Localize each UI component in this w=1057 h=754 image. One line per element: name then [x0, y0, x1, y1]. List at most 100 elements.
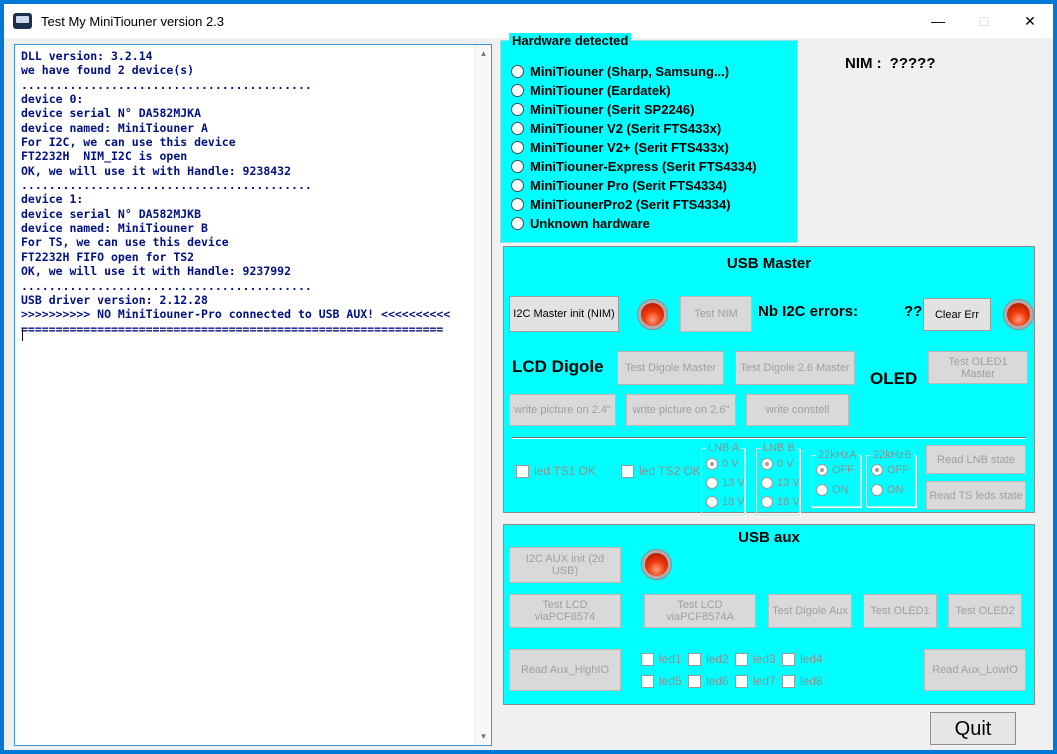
separator-line: [512, 437, 1026, 439]
radio-icon[interactable]: [871, 464, 883, 476]
khz-a-on-radio[interactable]: ON: [816, 484, 849, 496]
read-aux-highio-button[interactable]: Read Aux_HighIO: [509, 649, 621, 691]
hardware-radio-item[interactable]: MiniTiouner (Sharp, Samsung...): [511, 62, 729, 81]
read-aux-lowio-button[interactable]: Read Aux_LowIO: [924, 649, 1026, 691]
log-textbox[interactable]: DLL version: 3.2.14 we have found 2 devi…: [14, 44, 492, 746]
i2c-aux-led-indicator: [642, 550, 671, 579]
led6-checkbox[interactable]: led6: [688, 674, 729, 688]
radio-icon[interactable]: [511, 103, 524, 116]
hardware-radio-item[interactable]: MiniTiouner (Eardatek): [511, 81, 671, 100]
close-button[interactable]: ✕: [1007, 4, 1053, 38]
scroll-down-icon[interactable]: ▾: [475, 728, 492, 745]
hardware-radio-item[interactable]: MiniTiouner V2 (Serit FTS433x): [511, 119, 721, 138]
radio-icon[interactable]: [511, 122, 524, 135]
read-lnb-state-button[interactable]: Read LNB state: [926, 445, 1026, 474]
test-oled1-button[interactable]: Test OLED1: [863, 594, 937, 628]
write-picture-24-button[interactable]: write picture on 2.4": [509, 394, 616, 426]
led5-checkbox[interactable]: led5: [641, 674, 682, 688]
khz-b-group: 22kHzB OFF ON: [866, 455, 916, 507]
oled-label: OLED: [870, 369, 917, 389]
checkbox-icon[interactable]: [688, 675, 701, 688]
hardware-radio-item[interactable]: MiniTiouner-Express (Serit FTS4334): [511, 157, 757, 176]
lnb-a-18v-radio[interactable]: 18 V: [706, 496, 745, 508]
khz-a-off-radio[interactable]: OFF: [816, 464, 854, 476]
radio-icon[interactable]: [511, 84, 524, 97]
checkbox-icon[interactable]: [641, 675, 654, 688]
hardware-radio-item[interactable]: MiniTiounerPro2 (Serit FTS4334): [511, 195, 731, 214]
quit-button[interactable]: Quit: [930, 712, 1016, 745]
led4-checkbox[interactable]: led4: [782, 652, 823, 666]
lnb-b-18v-radio[interactable]: 18 V: [761, 496, 800, 508]
i2c-master-led-indicator: [638, 300, 667, 329]
lnb-b-0v-radio[interactable]: 0 V: [761, 458, 794, 470]
led-ts1-checkbox[interactable]: led TS1 OK: [516, 464, 596, 478]
text-caret: [22, 328, 23, 341]
i2c-master-init-button[interactable]: I2C Master init (NIM): [509, 296, 619, 332]
checkbox-icon[interactable]: [782, 675, 795, 688]
app-window: Test My MiniTiouner version 2.3 — □ ✕ DL…: [0, 0, 1057, 754]
radio-icon[interactable]: [511, 141, 524, 154]
radio-icon[interactable]: [761, 477, 773, 489]
test-lcd-pcf8574a-button[interactable]: Test LCD viaPCF8574A: [644, 594, 756, 628]
nim-value: ?????: [890, 55, 936, 72]
khz-b-off-radio[interactable]: OFF: [871, 464, 909, 476]
radio-icon[interactable]: [871, 484, 883, 496]
checkbox-icon[interactable]: [641, 653, 654, 666]
nb-i2c-errors-value: ??: [904, 303, 922, 320]
checkbox-icon[interactable]: [688, 653, 701, 666]
checkbox-icon[interactable]: [516, 465, 529, 478]
test-nim-button[interactable]: Test NIM: [680, 296, 752, 332]
checkbox-icon[interactable]: [621, 465, 634, 478]
radio-icon[interactable]: [706, 477, 718, 489]
checkbox-icon[interactable]: [735, 675, 748, 688]
checkbox-icon[interactable]: [735, 653, 748, 666]
led8-checkbox[interactable]: led8: [782, 674, 823, 688]
hardware-radio-item[interactable]: Unknown hardware: [511, 214, 650, 233]
write-constell-button[interactable]: write constell: [746, 394, 849, 426]
clear-err-led-indicator: [1004, 300, 1033, 329]
led-ts2-checkbox[interactable]: led TS2 OK: [621, 464, 701, 478]
lnb-a-0v-radio[interactable]: 0 V: [706, 458, 739, 470]
test-digole-master-button[interactable]: Test Digole Master: [617, 351, 724, 385]
led2-checkbox[interactable]: led2: [688, 652, 729, 666]
radio-icon[interactable]: [706, 458, 718, 470]
nim-status-label: NIM :?????: [845, 55, 936, 72]
radio-icon[interactable]: [761, 458, 773, 470]
minimize-button[interactable]: —: [915, 4, 961, 38]
hardware-radio-item[interactable]: MiniTiouner V2+ (Serit FTS433x): [511, 138, 729, 157]
i2c-aux-init-button[interactable]: I2C AUX init (2d USB): [509, 547, 621, 583]
lcd-digole-label: LCD Digole: [512, 357, 604, 377]
scroll-up-icon[interactable]: ▴: [475, 45, 492, 62]
radio-icon[interactable]: [511, 160, 524, 173]
radio-icon[interactable]: [511, 217, 524, 230]
hardware-radio-item[interactable]: MiniTiouner (Serit SP2246): [511, 100, 694, 119]
test-oled2-button[interactable]: Test OLED2: [948, 594, 1022, 628]
radio-icon[interactable]: [816, 464, 828, 476]
radio-icon[interactable]: [706, 496, 718, 508]
khz-b-on-radio[interactable]: ON: [871, 484, 904, 496]
radio-icon[interactable]: [511, 179, 524, 192]
checkbox-icon[interactable]: [782, 653, 795, 666]
radio-icon[interactable]: [816, 484, 828, 496]
usb-aux-panel: USB aux I2C AUX init (2d USB) Test LCD v…: [503, 524, 1035, 705]
log-scrollbar[interactable]: ▴ ▾: [474, 45, 491, 745]
hardware-radio-item[interactable]: MiniTiouner Pro (Serit FTS4334): [511, 176, 727, 195]
test-oled1-master-button[interactable]: Test OLED1 Master: [928, 351, 1028, 384]
led1-checkbox[interactable]: led1: [641, 652, 682, 666]
led3-checkbox[interactable]: led3: [735, 652, 776, 666]
usb-master-title: USB Master: [504, 255, 1034, 272]
lnb-a-13v-radio[interactable]: 13 V: [706, 477, 745, 489]
test-digole-26-master-button[interactable]: Test Digole 2.6 Master: [735, 351, 855, 385]
led7-checkbox[interactable]: led7: [735, 674, 776, 688]
test-digole-aux-button[interactable]: Test Digole Aux: [768, 594, 852, 628]
lnb-b-group: LNB B 0 V 13 V 18 V: [756, 448, 800, 516]
radio-icon[interactable]: [511, 198, 524, 211]
hardware-group-title: Hardware detected: [509, 33, 631, 48]
clear-err-button[interactable]: Clear Err: [923, 298, 991, 331]
radio-icon[interactable]: [761, 496, 773, 508]
test-lcd-pcf8574-button[interactable]: Test LCD viaPCF8574: [509, 594, 621, 628]
lnb-b-13v-radio[interactable]: 13 V: [761, 477, 800, 489]
radio-icon[interactable]: [511, 65, 524, 78]
read-ts-leds-state-button[interactable]: Read TS leds state: [926, 481, 1026, 510]
write-picture-26-button[interactable]: write picture on 2.6": [626, 394, 736, 426]
